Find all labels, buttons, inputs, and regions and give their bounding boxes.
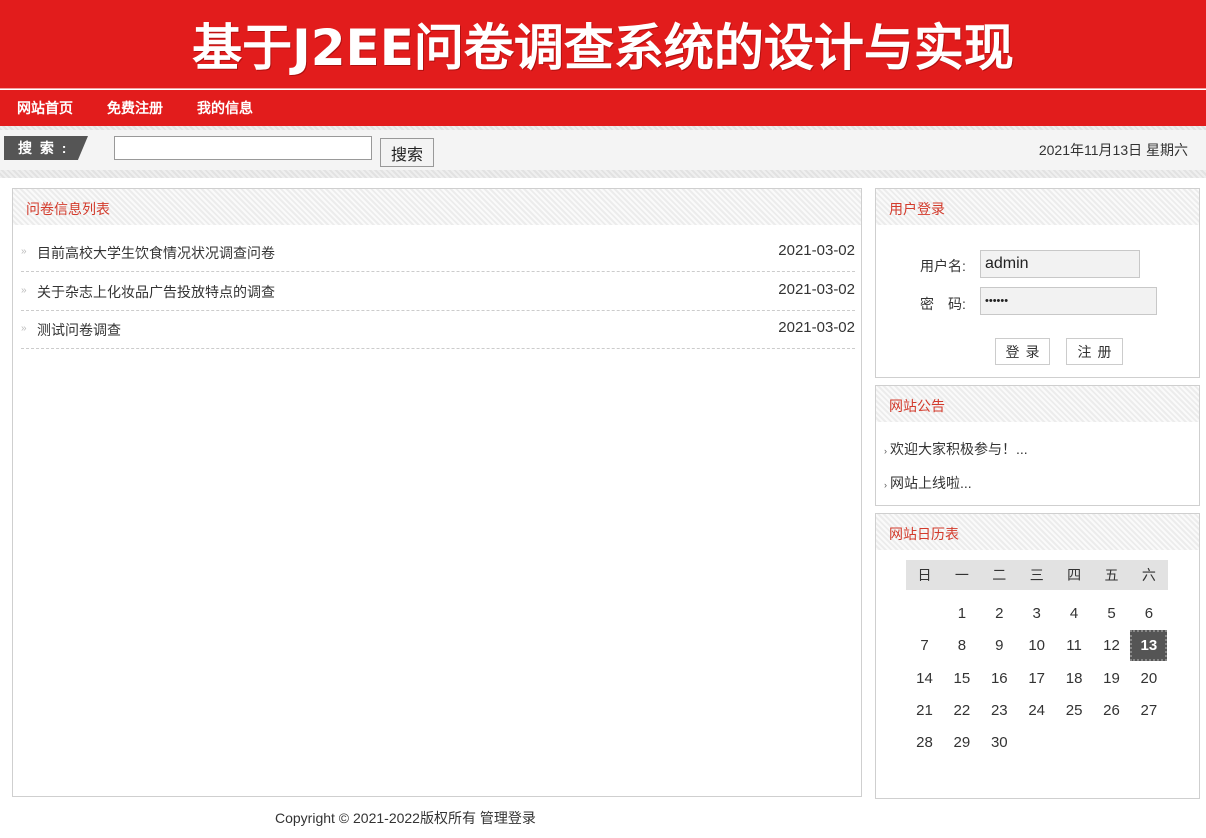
calendar-day-today[interactable]: 13 (1130, 630, 1168, 662)
nav-item-register[interactable]: 免费注册 (107, 90, 163, 126)
calendar-day[interactable]: 22 (943, 695, 980, 727)
username-label: 用户名: (920, 258, 966, 274)
admin-login-link[interactable]: 管理登录 (480, 810, 536, 826)
arrow-right-icon: › (884, 446, 887, 456)
notice-item[interactable]: › 欢迎大家积极参与！... (884, 439, 1028, 459)
site-title: 基于J2EE问卷调查系统的设计与实现 (192, 19, 1014, 77)
calendar-weekday-header: 日一二三四五六 (906, 560, 1168, 590)
arrow-right-icon: › (884, 480, 887, 490)
panel-header: 用户登录 (876, 189, 1199, 225)
panel-title: 用户登录 (889, 201, 945, 217)
calendar-day[interactable]: 25 (1056, 695, 1093, 727)
calendar-weekday: 五 (1104, 567, 1119, 583)
panel-header: 网站日历表 (876, 514, 1199, 550)
login-button[interactable]: 登录 (995, 338, 1050, 365)
list-item: » 测试问卷调查 2021-03-02 (21, 310, 855, 349)
calendar-day[interactable]: 3 (1018, 598, 1055, 630)
search-input[interactable] (114, 136, 372, 160)
calendar-day[interactable]: 17 (1018, 663, 1055, 695)
calendar-day[interactable]: 19 (1093, 663, 1130, 695)
calendar-day[interactable]: 11 (1056, 630, 1093, 662)
questionnaire-date: 2021-03-02 (778, 242, 855, 259)
calendar-day[interactable]: 10 (1018, 630, 1055, 662)
current-date: 2021年11月13日 星期六 (1038, 142, 1188, 158)
calendar-day[interactable]: 28 (906, 727, 943, 759)
panel-header: 网站公告 (876, 386, 1199, 422)
notice-text: 网站上线啦... (890, 475, 972, 491)
questionnaire-date: 2021-03-02 (778, 281, 855, 298)
questionnaire-link[interactable]: 测试问卷调查 (37, 320, 121, 340)
calendar-day[interactable]: 23 (981, 695, 1018, 727)
calendar-day[interactable]: 15 (943, 663, 980, 695)
search-bar-inner: 搜 索 : 搜索 2021年11月13日 星期六 (0, 130, 1206, 170)
calendar-day[interactable]: 16 (981, 663, 1018, 695)
calendar-day[interactable]: 5 (1093, 598, 1130, 630)
main-nav: 网站首页 免费注册 我的信息 (0, 90, 1206, 126)
calendar-weekday: 一 (954, 567, 969, 583)
panel-header: 问卷信息列表 (13, 189, 861, 225)
notice-text: 欢迎大家积极参与！... (890, 441, 1028, 457)
calendar-day[interactable]: 2 (981, 598, 1018, 630)
register-button[interactable]: 注册 (1066, 338, 1123, 365)
questionnaire-link[interactable]: 目前高校大学生饮食情况状况调查问卷 (37, 243, 275, 263)
calendar-day[interactable]: 6 (1130, 598, 1167, 630)
panel-title: 网站日历表 (889, 526, 959, 542)
nav-item-my-info[interactable]: 我的信息 (197, 90, 253, 126)
calendar-day[interactable]: 29 (943, 727, 980, 759)
copyright-text: Copyright © 2021-2022版权所有 (275, 810, 476, 826)
double-arrow-icon: » (21, 323, 27, 334)
site-banner: 基于J2EE问卷调查系统的设计与实现 (0, 0, 1206, 89)
search-bar: 搜 索 : 搜索 2021年11月13日 星期六 (0, 126, 1206, 178)
password-input[interactable] (980, 287, 1157, 315)
calendar-day[interactable]: 12 (1093, 630, 1130, 662)
site-notice-panel: 网站公告 › 欢迎大家积极参与！... › 网站上线啦... (875, 385, 1200, 506)
questionnaire-link[interactable]: 关于杂志上化妆品广告投放特点的调查 (37, 282, 275, 302)
notice-item[interactable]: › 网站上线啦... (884, 473, 972, 493)
calendar-weekday: 四 (1067, 567, 1082, 583)
calendar-day[interactable]: 24 (1018, 695, 1055, 727)
calendar-day[interactable]: 30 (981, 727, 1018, 759)
calendar-day[interactable]: 4 (1056, 598, 1093, 630)
calendar-weekday: 日 (917, 567, 932, 583)
calendar-day[interactable]: 1 (943, 598, 980, 630)
password-label: 密 码: (920, 296, 966, 312)
site-calendar-panel: 网站日历表 日一二三四五六 1 2 3 4 5 6 7 8 9 10 11 12 13 14 15 16 17 1… (875, 513, 1200, 799)
calendar-day[interactable]: 21 (906, 695, 943, 727)
calendar-day[interactable]: 7 (906, 630, 943, 662)
calendar-day[interactable]: 14 (906, 663, 943, 695)
calendar-weekday: 三 (1029, 567, 1044, 583)
calendar-day[interactable]: 8 (943, 630, 980, 662)
calendar-weekday: 六 (1141, 567, 1156, 583)
double-arrow-icon: » (21, 246, 27, 257)
user-login-panel: 用户登录 用户名: 密 码: 登录 注册 (875, 188, 1200, 378)
search-label: 搜 索 : (4, 136, 88, 160)
calendar-day[interactable]: 27 (1130, 695, 1167, 727)
double-arrow-icon: » (21, 285, 27, 296)
search-button[interactable]: 搜索 (380, 138, 434, 167)
nav-item-home[interactable]: 网站首页 (17, 90, 73, 126)
list-item: » 关于杂志上化妆品广告投放特点的调查 2021-03-02 (21, 272, 855, 311)
questionnaire-date: 2021-03-02 (778, 319, 855, 336)
panel-title: 问卷信息列表 (26, 201, 110, 217)
username-input[interactable] (980, 250, 1140, 278)
calendar-day[interactable]: 18 (1056, 663, 1093, 695)
list-item: » 目前高校大学生饮食情况状况调查问卷 2021-03-02 (21, 233, 855, 272)
calendar-day[interactable]: 26 (1093, 695, 1130, 727)
questionnaire-list-panel: 问卷信息列表 » 目前高校大学生饮食情况状况调查问卷 2021-03-02 » … (12, 188, 862, 797)
calendar-day[interactable]: 9 (981, 630, 1018, 662)
calendar-day[interactable]: 20 (1130, 663, 1167, 695)
panel-title: 网站公告 (889, 398, 945, 414)
calendar-weekday: 二 (992, 567, 1007, 583)
footer: Copyright © 2021-2022版权所有 管理登录 (275, 808, 536, 828)
